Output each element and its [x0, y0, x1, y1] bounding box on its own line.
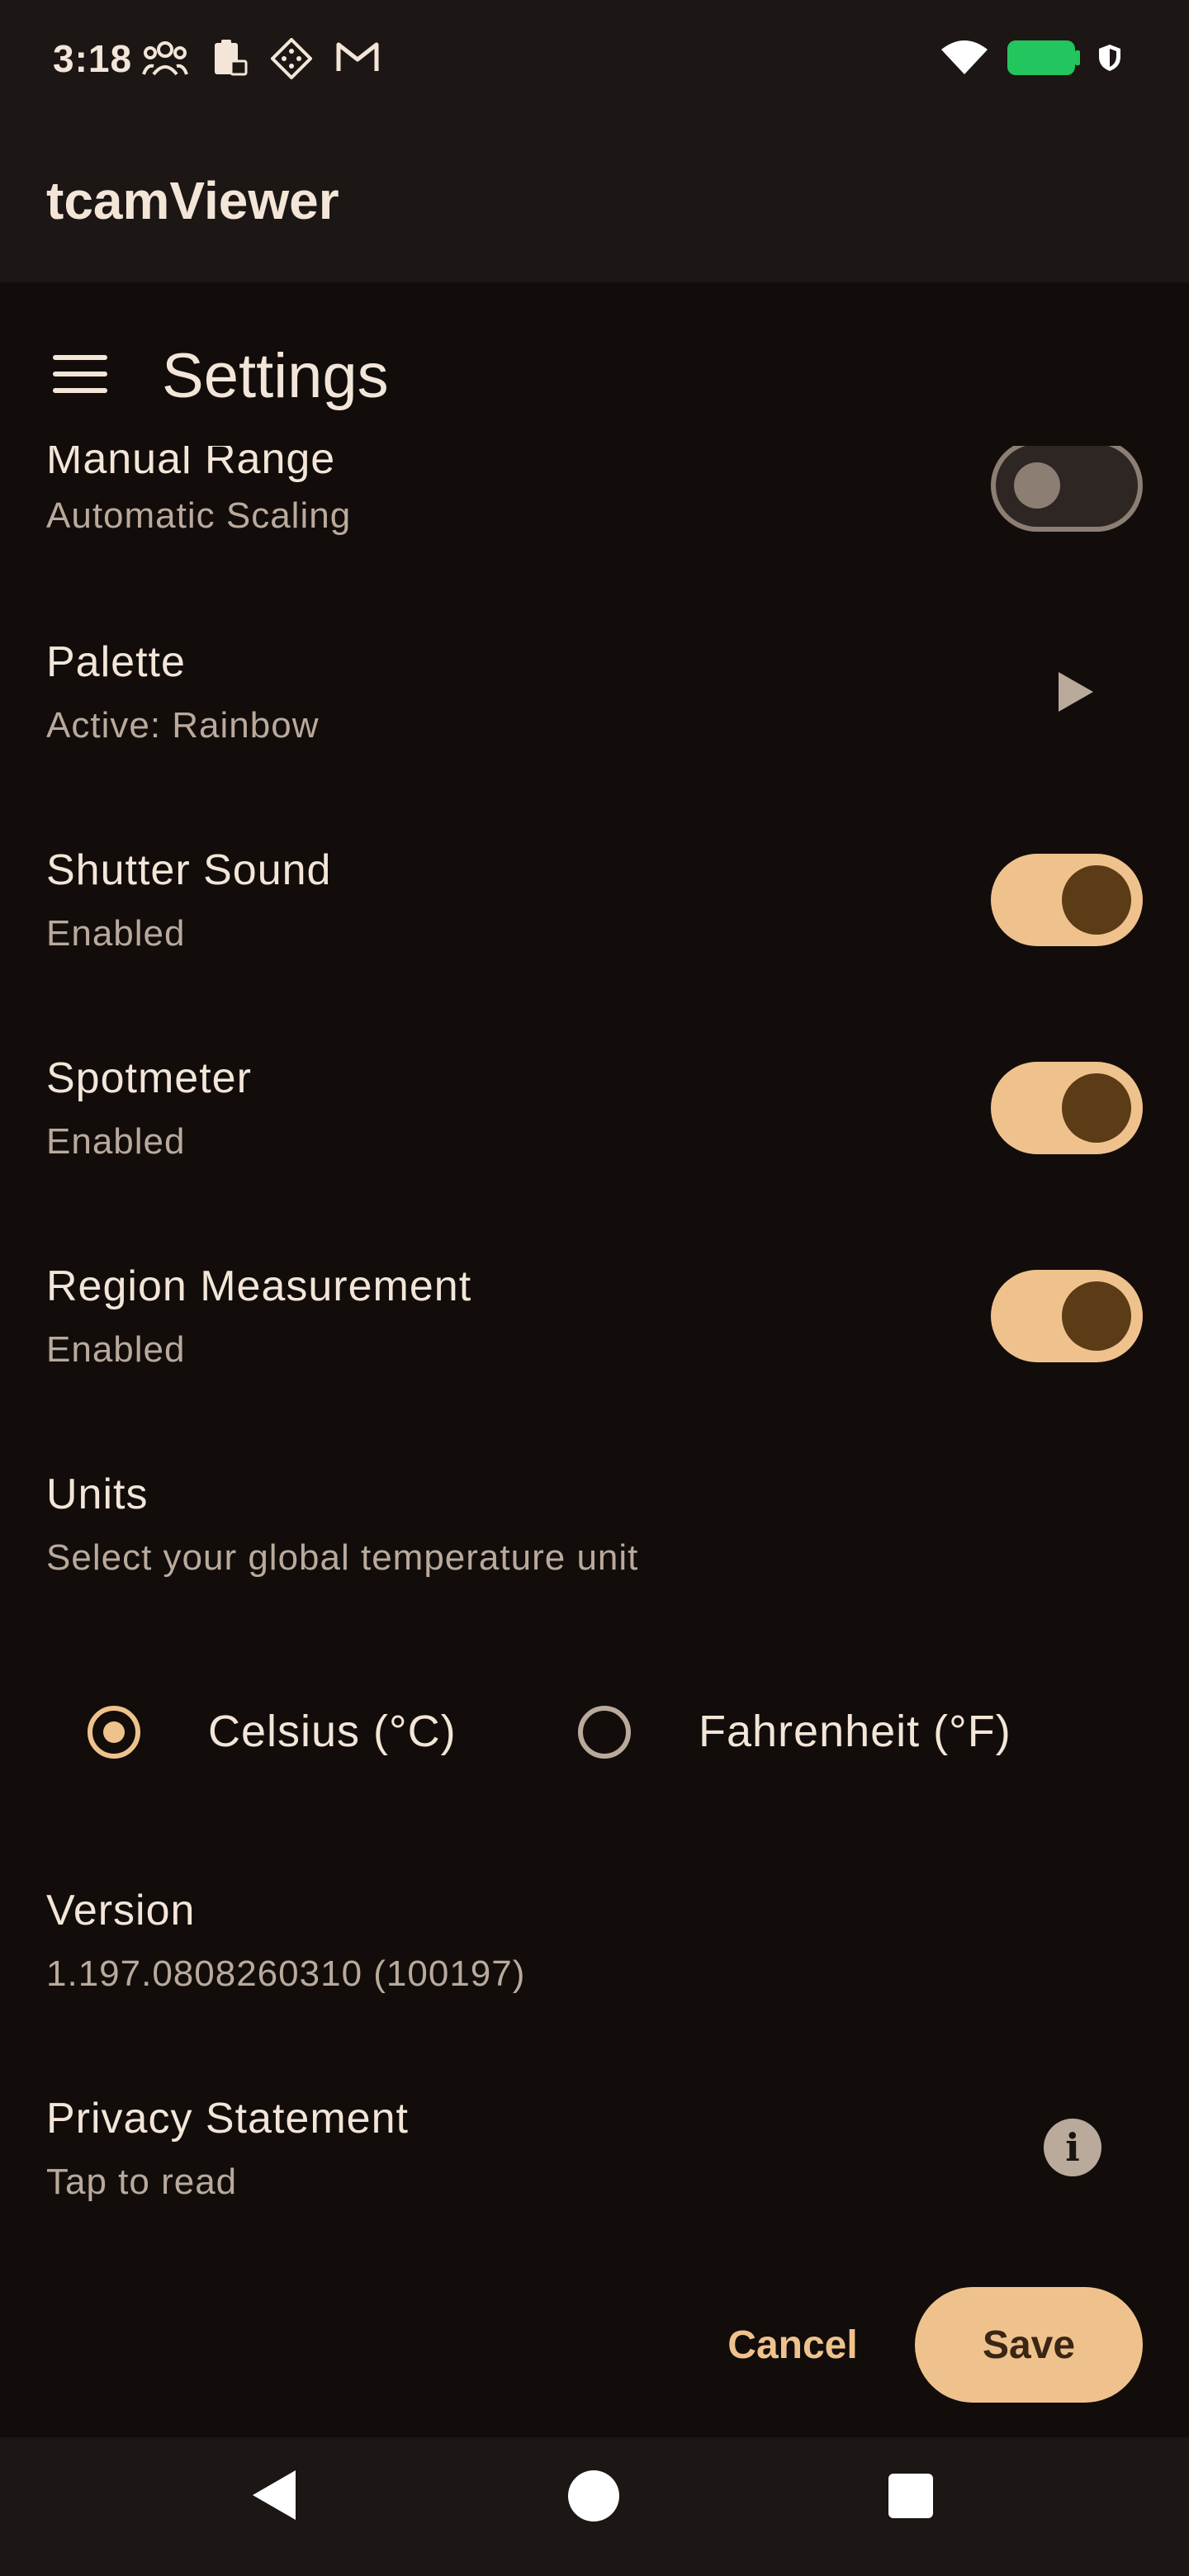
- radio-fahrenheit-button[interactable]: [578, 1706, 631, 1759]
- gmail-icon: [336, 42, 379, 71]
- units-title: Units: [46, 1470, 149, 1518]
- manual-range-row[interactable]: Manual Range Automatic Scaling: [0, 446, 1189, 545]
- version-title: Version: [46, 1887, 196, 1934]
- app-bar: tcamViewer: [0, 119, 1189, 282]
- shutter-sound-subtitle: Enabled: [46, 913, 186, 954]
- page-title: Settings: [162, 341, 389, 411]
- people-icon: [142, 41, 188, 76]
- radio-fahrenheit-label[interactable]: Fahrenheit (°F): [699, 1706, 1011, 1757]
- spotmeter-subtitle: Enabled: [46, 1121, 186, 1162]
- back-icon[interactable]: [253, 2470, 296, 2520]
- manual-range-subtitle: Automatic Scaling: [46, 495, 352, 536]
- shutter-sound-switch[interactable]: [991, 854, 1143, 946]
- status-time: 3:18: [53, 37, 133, 80]
- spotmeter-switch[interactable]: [991, 1062, 1143, 1154]
- palette-subtitle: Active: Rainbow: [46, 705, 320, 746]
- radio-celsius-button[interactable]: [88, 1706, 140, 1759]
- recents-icon[interactable]: [888, 2474, 933, 2518]
- status-icons-left: [142, 38, 380, 79]
- spotmeter-title: Spotmeter: [46, 1054, 252, 1102]
- screen: 3:18 tcamViewer Settings Manual Range Au…: [0, 0, 1189, 2576]
- settings-header: Settings: [0, 282, 1189, 464]
- navigation-bar: [0, 2437, 1189, 2576]
- units-subtitle: Select your global temperature unit: [46, 1537, 639, 1578]
- manual-range-switch[interactable]: [991, 446, 1143, 532]
- privacy-subtitle: Tap to read: [46, 2162, 238, 2202]
- battery-icon: [1007, 40, 1080, 75]
- menu-icon[interactable]: [53, 355, 107, 393]
- diamond-grid-icon: [271, 38, 312, 79]
- version-value: 1.197.0808260310 (100197): [46, 1953, 526, 1994]
- privacy-title: Privacy Statement: [46, 2095, 409, 2143]
- clipboard-lock-icon: [215, 40, 248, 76]
- radio-celsius-label[interactable]: Celsius (°C): [208, 1706, 457, 1757]
- home-icon[interactable]: [568, 2470, 619, 2522]
- app-title: tcamViewer: [46, 171, 339, 230]
- status-bar: 3:18: [0, 0, 1189, 119]
- cancel-button[interactable]: Cancel: [710, 2304, 875, 2386]
- manual-range-title: Manual Range: [46, 446, 336, 483]
- region-measurement-switch[interactable]: [991, 1270, 1143, 1362]
- save-button[interactable]: Save: [915, 2287, 1143, 2403]
- region-measurement-subtitle: Enabled: [46, 1329, 186, 1370]
- wifi-icon: [941, 40, 988, 74]
- shutter-sound-title: Shutter Sound: [46, 846, 332, 894]
- region-measurement-title: Region Measurement: [46, 1262, 472, 1310]
- chevron-right-icon[interactable]: [1059, 672, 1093, 712]
- shield-icon: [1099, 45, 1120, 71]
- palette-title: Palette: [46, 638, 186, 686]
- info-icon[interactable]: i: [1044, 2119, 1101, 2176]
- status-icons-right: [940, 38, 1121, 78]
